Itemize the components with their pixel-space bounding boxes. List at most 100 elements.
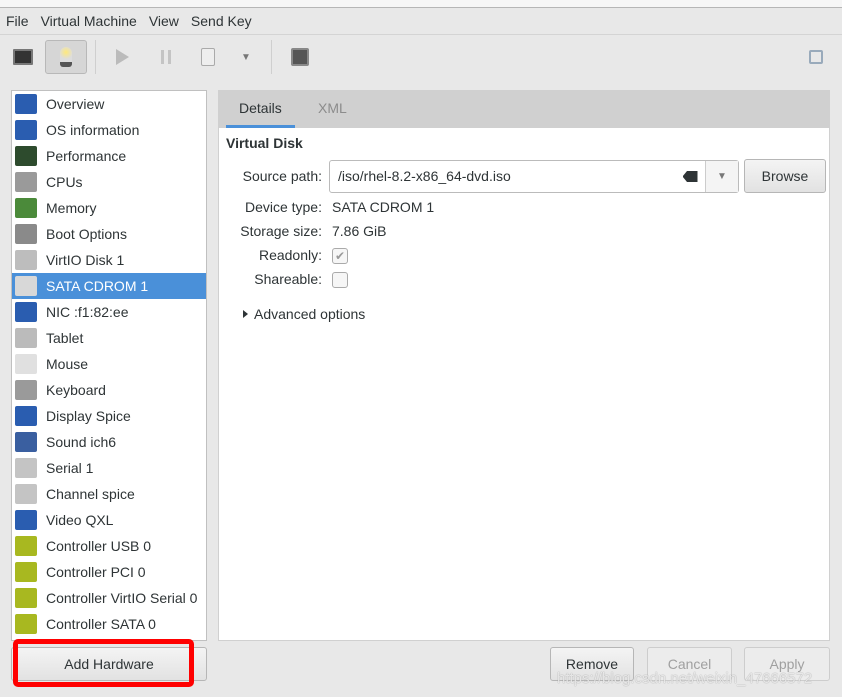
sidebar-item[interactable]: Controller VirtIO Serial 0	[12, 585, 206, 611]
sidebar-item-label: Overview	[46, 96, 105, 112]
sidebar-item[interactable]: Controller PCI 0	[12, 559, 206, 585]
shareable-label: Shareable:	[254, 271, 322, 287]
sidebar-item-label: Serial 1	[46, 460, 94, 476]
section-title: Virtual Disk	[226, 135, 303, 151]
network-icon	[15, 302, 37, 322]
toolbar: ▼	[0, 38, 842, 78]
sidebar-item-label: Display Spice	[46, 408, 131, 424]
monitor-icon	[15, 120, 37, 140]
tab-bar: Details XML	[219, 91, 829, 128]
sidebar-item[interactable]: Tablet	[12, 325, 206, 351]
sidebar-item[interactable]: Boot Options	[12, 221, 206, 247]
sidebar-item-label: Controller SATA 0	[46, 616, 156, 632]
hard-disk-icon	[15, 250, 37, 270]
device-type-value: SATA CDROM 1	[332, 199, 435, 215]
sidebar-item-label: Mouse	[46, 356, 89, 372]
sidebar-item[interactable]: VirtIO Disk 1	[12, 247, 206, 273]
sidebar-item-label: Boot Options	[46, 226, 127, 242]
chevron-down-icon: ▼	[241, 51, 251, 63]
advanced-options-label: Advanced options	[254, 306, 366, 322]
monitor-icon	[13, 49, 33, 65]
sidebar-item[interactable]: Memory	[12, 195, 206, 221]
console-button[interactable]	[3, 40, 43, 74]
snapshots-button[interactable]	[280, 40, 320, 74]
window-top-edge	[0, 0, 842, 8]
watermark: https://blog.csdn.net/weixin_47666572	[557, 670, 813, 687]
menu-file[interactable]: File	[0, 9, 35, 34]
sidebar-item-label: Tablet	[46, 330, 84, 346]
sound-card-icon	[15, 432, 37, 452]
controller-card-icon	[15, 614, 37, 634]
sidebar-item-label: Keyboard	[46, 382, 106, 398]
red-highlight-box	[13, 639, 194, 687]
menu-send-key[interactable]: Send Key	[185, 9, 258, 34]
storage-size-value: 7.86 GiB	[332, 223, 387, 239]
sidebar-item[interactable]: Controller SATA 0	[12, 611, 206, 637]
advanced-options-expander[interactable]: Advanced options	[243, 306, 365, 322]
sidebar-item[interactable]: Video QXL	[12, 507, 206, 533]
mouse-icon	[15, 354, 37, 374]
sidebar-item-label: Channel spice	[46, 486, 135, 502]
chevron-down-icon[interactable]: ▼	[705, 161, 738, 192]
sidebar-item[interactable]: Controller USB 0	[12, 533, 206, 559]
sidebar-item[interactable]: Keyboard	[12, 377, 206, 403]
keyboard-icon	[15, 380, 37, 400]
shutdown-button[interactable]	[188, 40, 228, 74]
sidebar-item-label: NIC :f1:82:ee	[46, 304, 129, 320]
menu-virtual-machine[interactable]: Virtual Machine	[35, 9, 143, 34]
sidebar-item[interactable]: NIC :f1:82:ee	[12, 299, 206, 325]
details-panel: Details XML Virtual Disk Source path: /i…	[218, 90, 830, 641]
sidebar-item[interactable]: SATA CDROM 1	[12, 273, 206, 299]
pause-icon	[161, 50, 171, 64]
sidebar-item-label: Performance	[46, 148, 127, 164]
sidebar-item-label: Video QXL	[46, 512, 114, 528]
sidebar-item-label: CPUs	[46, 174, 83, 190]
power-switch-icon	[201, 48, 215, 66]
monitor-icon	[15, 94, 37, 114]
source-path-input[interactable]: /iso/rhel-8.2-x86_64-dvd.iso	[330, 161, 675, 192]
hardware-list: Overview OS information Performance CPUs Mem…	[11, 90, 207, 641]
controller-card-icon	[15, 588, 37, 608]
clear-icon[interactable]	[675, 161, 705, 192]
monitor-icon	[15, 510, 37, 530]
pause-button[interactable]	[146, 40, 186, 74]
play-icon	[115, 49, 129, 65]
sidebar-item[interactable]: Overview	[12, 91, 206, 117]
run-button[interactable]	[102, 40, 142, 74]
sidebar-item-label: Controller USB 0	[46, 538, 152, 554]
browse-button[interactable]: Browse	[744, 159, 826, 193]
cdrom-icon	[15, 276, 37, 296]
sidebar-item[interactable]: Serial 1	[12, 455, 206, 481]
sidebar-item[interactable]: CPUs	[12, 169, 206, 195]
details-button[interactable]	[45, 40, 87, 74]
gears-icon	[15, 224, 37, 244]
sidebar-item-label: Sound ich6	[46, 434, 117, 450]
tab-details[interactable]: Details	[226, 91, 295, 128]
serial-port-icon	[15, 458, 37, 478]
menu-view[interactable]: View	[143, 9, 185, 34]
sidebar-item[interactable]: Mouse	[12, 351, 206, 377]
sidebar-item[interactable]: OS information	[12, 117, 206, 143]
channel-icon	[15, 484, 37, 504]
tablet-icon	[15, 328, 37, 348]
fullscreen-button[interactable]	[796, 40, 836, 74]
shareable-checkbox[interactable]	[332, 272, 348, 288]
shutdown-menu-button[interactable]: ▼	[226, 40, 266, 74]
controller-card-icon	[15, 562, 37, 582]
sidebar-item-label: Memory	[46, 200, 97, 216]
performance-graph-icon	[15, 146, 37, 166]
source-path-combo[interactable]: /iso/rhel-8.2-x86_64-dvd.iso ▼	[329, 160, 739, 193]
sidebar-item[interactable]: Sound ich6	[12, 429, 206, 455]
sidebar-item[interactable]: Display Spice	[12, 403, 206, 429]
storage-size-label: Storage size:	[240, 223, 322, 239]
controller-card-icon	[15, 536, 37, 556]
sidebar-item-label: Controller VirtIO Serial 0	[46, 590, 198, 606]
triangle-right-icon	[243, 310, 248, 318]
sidebar-item[interactable]: Channel spice	[12, 481, 206, 507]
memory-module-icon	[15, 198, 37, 218]
tab-xml[interactable]: XML	[305, 91, 360, 128]
sidebar-item[interactable]: Performance	[12, 143, 206, 169]
readonly-checkbox[interactable]: ✔	[332, 248, 348, 264]
source-path-label: Source path:	[242, 168, 322, 184]
fullscreen-icon	[809, 50, 823, 64]
